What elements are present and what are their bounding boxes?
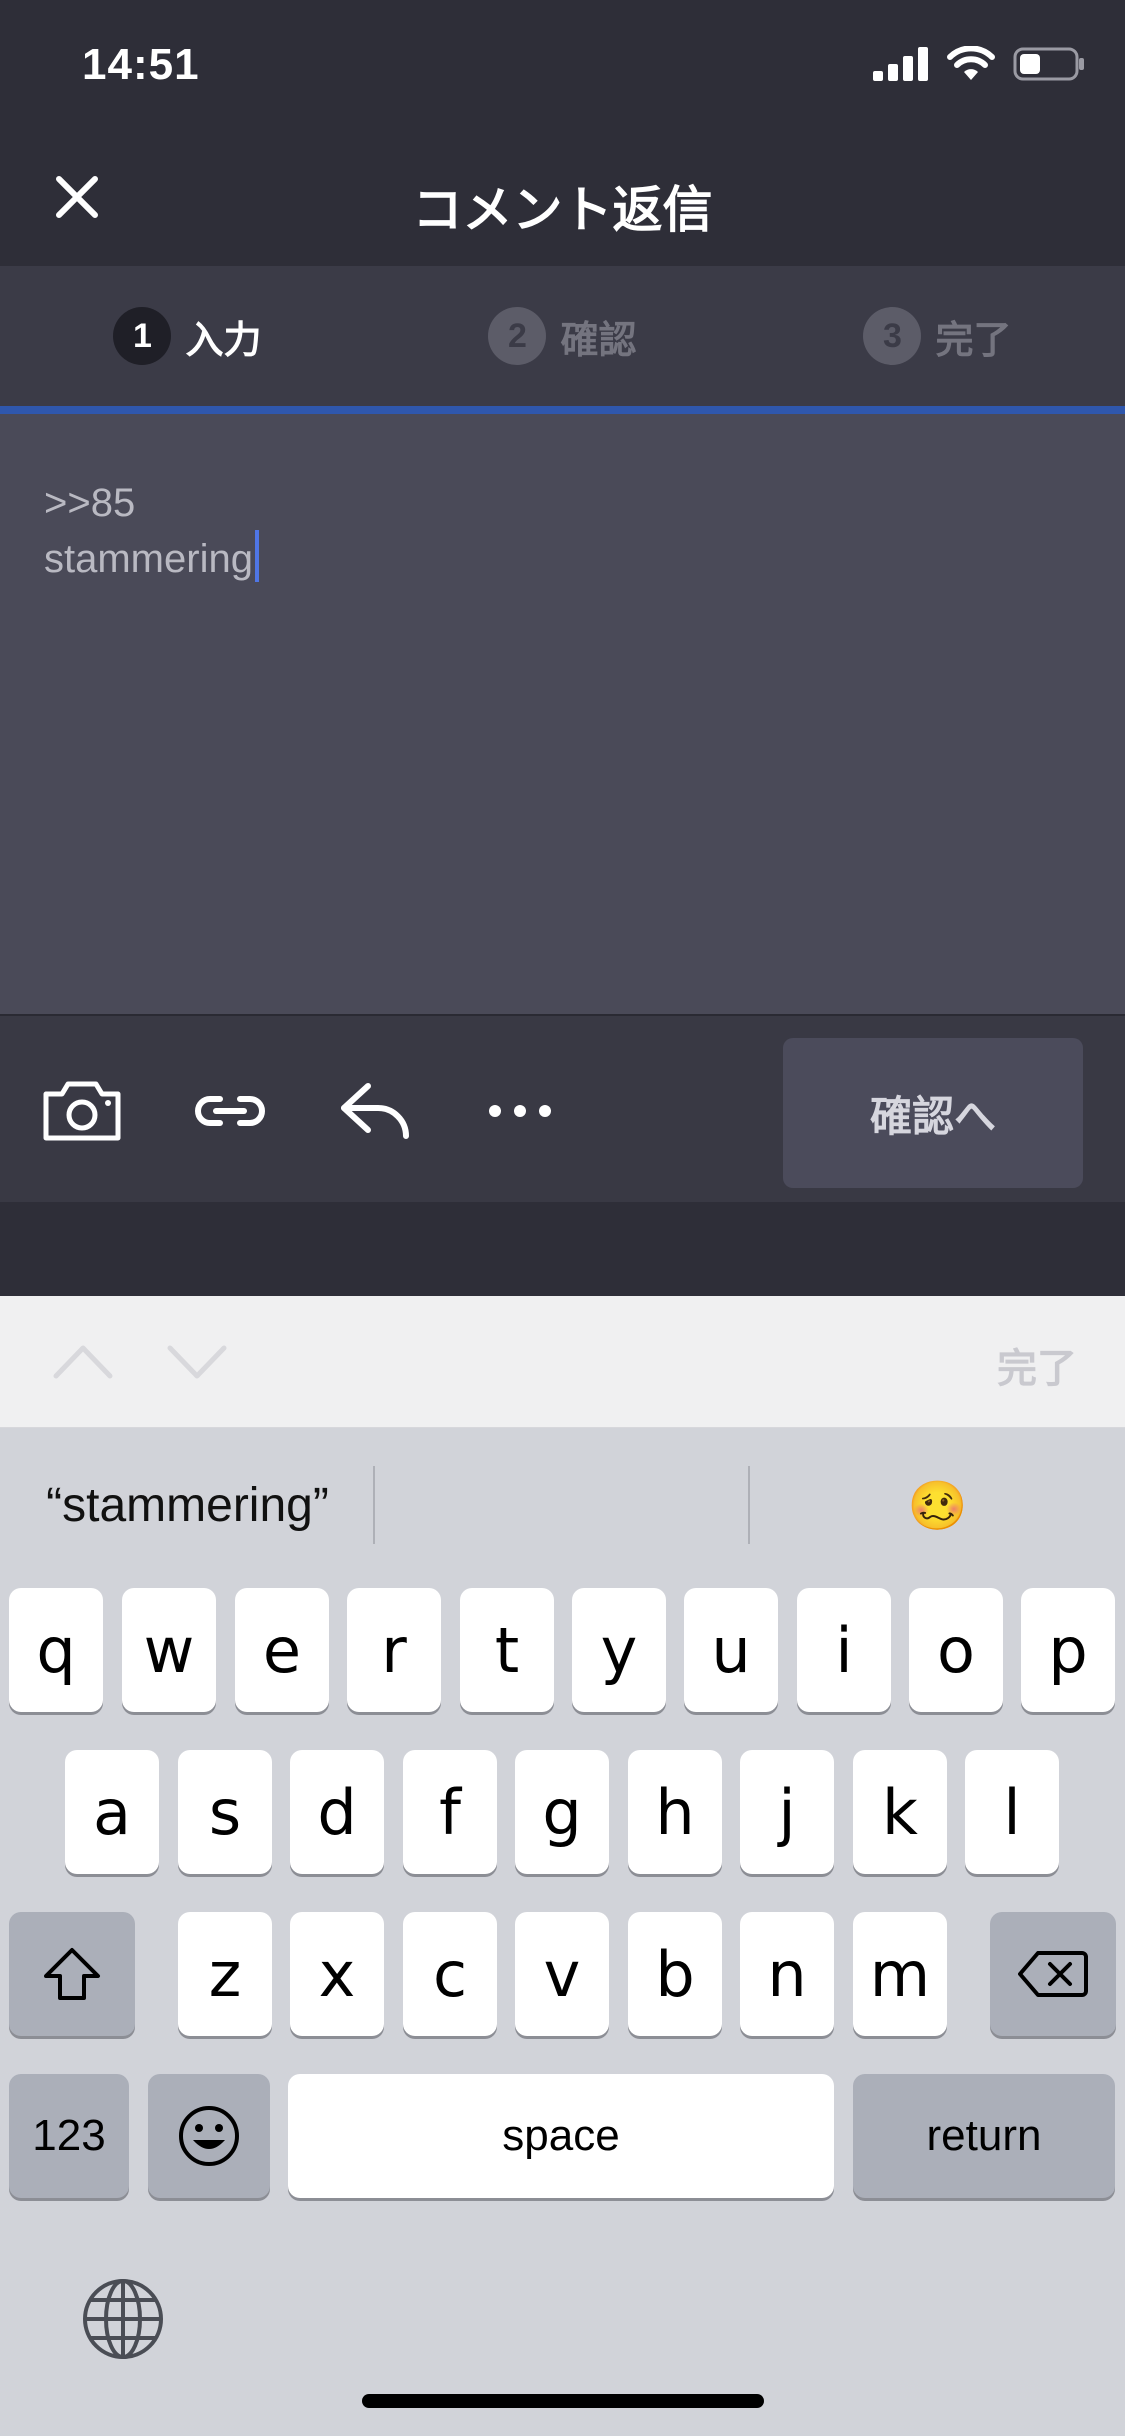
key-o[interactable]: o [909, 1588, 1003, 1712]
home-indicator [362, 2394, 764, 2408]
reply-arrow-icon [341, 1083, 409, 1139]
key-x[interactable]: x [290, 1912, 384, 2036]
key-z[interactable]: z [178, 1912, 272, 2036]
previous-field-chevron-up-icon[interactable] [48, 1336, 118, 1386]
comment-body-text: stammering [44, 537, 253, 581]
key-k[interactable]: k [853, 1750, 947, 1874]
emoji-key[interactable] [148, 2074, 270, 2198]
next-field-chevron-down-icon[interactable] [162, 1336, 232, 1386]
numbers-key[interactable]: 123 [9, 2074, 129, 2198]
step-indicator: 1 入力 2 確認 3 完了 [0, 266, 1125, 406]
key-r[interactable]: r [347, 1588, 441, 1712]
page-title: コメント返信 [412, 182, 713, 238]
key-s[interactable]: s [178, 1750, 272, 1874]
key-f[interactable]: f [403, 1750, 497, 1874]
key-w[interactable]: w [122, 1588, 216, 1712]
predictive-suggestions: “stammering” 🥴 [0, 1428, 1125, 1582]
step-complete: 3 完了 [750, 266, 1125, 406]
globe-icon[interactable] [80, 2276, 166, 2362]
step-confirm: 2 確認 [375, 266, 750, 406]
more-dots-icon [489, 1105, 551, 1117]
reply-button[interactable] [330, 1066, 422, 1156]
key-g[interactable]: g [515, 1750, 609, 1874]
keyboard-accessory-bar: 完了 [0, 1296, 1125, 1428]
text-caret [254, 530, 259, 582]
suggestion-item[interactable] [375, 1428, 750, 1582]
reply-reference: >>85 [44, 481, 136, 525]
key-q[interactable]: q [9, 1588, 103, 1712]
key-a[interactable]: a [65, 1750, 159, 1874]
key-h[interactable]: h [628, 1750, 722, 1874]
key-d[interactable]: d [290, 1750, 384, 1874]
backspace-icon [1018, 1951, 1088, 1997]
key-e[interactable]: e [235, 1588, 329, 1712]
step-label: 確認 [560, 319, 637, 362]
editor-toolbar: 確認へ [0, 1014, 1125, 1202]
status-bar: 14:51 [0, 0, 1125, 132]
step-number: 2 [488, 307, 547, 365]
key-j[interactable]: j [740, 1750, 834, 1874]
battery-icon [1013, 47, 1084, 81]
step-number: 3 [863, 307, 922, 365]
key-t[interactable]: t [460, 1588, 554, 1712]
background-area [0, 1202, 1125, 1296]
key-b[interactable]: b [628, 1912, 722, 2036]
link-button[interactable] [184, 1066, 276, 1156]
camera-button[interactable] [36, 1066, 128, 1156]
link-icon [195, 1096, 265, 1126]
smiley-face-icon [179, 2106, 239, 2166]
step-input: 1 入力 [0, 266, 375, 406]
key-p[interactable]: p [1021, 1588, 1115, 1712]
step-label: 入力 [185, 319, 262, 362]
key-c[interactable]: c [403, 1912, 497, 2036]
key-u[interactable]: u [684, 1588, 778, 1712]
status-icons [873, 46, 1085, 82]
wifi-icon [947, 46, 995, 80]
key-n[interactable]: n [740, 1912, 834, 2036]
keyboard-done-button[interactable]: 完了 [997, 1336, 1077, 1394]
camera-icon [43, 1081, 121, 1141]
cellular-signal-icon [873, 47, 928, 81]
key-v[interactable]: v [515, 1912, 609, 2036]
key-l[interactable]: l [965, 1750, 1059, 1874]
shift-key[interactable] [9, 1912, 135, 2036]
step-label: 完了 [935, 319, 1012, 362]
comment-text-area[interactable]: >>85 stammering [0, 414, 1125, 1014]
space-key[interactable]: space [288, 2074, 834, 2198]
step-number: 1 [113, 307, 172, 365]
more-options-button[interactable] [474, 1066, 566, 1156]
confirm-button[interactable]: 確認へ [783, 1038, 1083, 1188]
comment-body-line: stammering [44, 530, 259, 586]
suggestion-emoji[interactable]: 🥴 [750, 1428, 1125, 1582]
status-time: 14:51 [82, 40, 200, 89]
nav-bar: コメント返信 [0, 132, 1125, 266]
shift-arrow-icon [44, 1948, 100, 2000]
comment-text: >>85 stammering [44, 476, 259, 586]
key-y[interactable]: y [572, 1588, 666, 1712]
return-key[interactable]: return [853, 2074, 1115, 2198]
delete-key[interactable] [990, 1912, 1116, 2036]
key-i[interactable]: i [797, 1588, 891, 1712]
suggestion-item[interactable]: “stammering” [0, 1428, 375, 1582]
progress-line [0, 406, 1125, 414]
key-m[interactable]: m [853, 1912, 947, 2036]
